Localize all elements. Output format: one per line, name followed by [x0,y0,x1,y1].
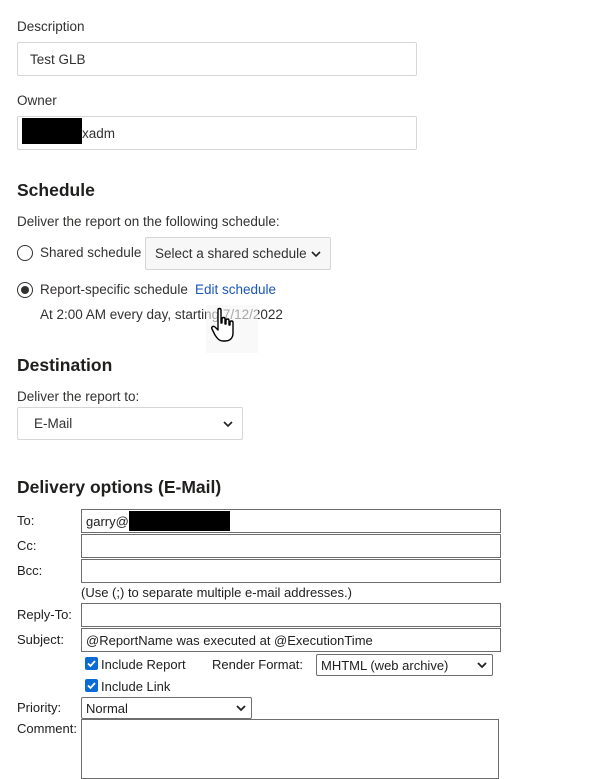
checkmark-icon [87,660,96,668]
owner-label: Owner [17,93,57,108]
schedule-heading: Schedule [17,180,95,200]
include-report-label: Include Report [101,657,186,672]
destination-heading: Destination [17,355,113,375]
chevron-down-icon [311,250,321,257]
email-separator-hint: (Use (;) to separate multiple e-mail add… [81,585,352,600]
to-label: To: [17,513,35,528]
hand-cursor-icon [211,307,234,342]
include-report-checkbox[interactable] [85,657,98,670]
edit-schedule-link[interactable]: Edit schedule [195,282,276,297]
include-link-checkbox[interactable] [85,679,98,692]
cc-input[interactable] [81,534,501,558]
reply-to-input[interactable] [81,603,501,627]
report-specific-schedule-radio[interactable] [17,282,33,298]
shared-schedule-select[interactable]: Select a shared schedule [145,237,331,270]
priority-value: Normal [86,700,128,716]
comment-label: Comment: [17,721,77,736]
subject-value: @ReportName was executed at @ExecutionTi… [86,632,373,648]
chevron-down-icon [223,420,233,427]
report-specific-schedule-label: Report-specific schedule [40,282,188,297]
subject-input[interactable]: @ReportName was executed at @ExecutionTi… [81,628,501,652]
destination-select[interactable]: E-Mail [17,407,243,440]
schedule-intro: Deliver the report on the following sche… [17,214,280,229]
description-value: Test GLB [30,51,86,67]
owner-field[interactable]: xadm [17,116,417,150]
bcc-label: Bcc: [17,563,43,578]
render-format-label: Render Format: [212,657,304,672]
redaction-block [128,511,230,531]
priority-label: Priority: [17,700,62,715]
shared-schedule-radio[interactable] [17,245,33,261]
to-value: garry@ [86,513,129,529]
description-field[interactable]: Test GLB [17,42,417,76]
shared-schedule-select-value: Select a shared schedule [155,246,307,261]
reply-to-label: Reply-To: [17,607,72,622]
bcc-input[interactable] [81,559,501,583]
priority-select[interactable]: Normal [81,697,252,719]
chevron-down-icon [236,705,246,712]
checkmark-icon [87,682,96,690]
description-label: Description [17,19,85,34]
destination-intro: Deliver the report to: [17,389,140,404]
owner-value: xadm [82,125,116,141]
chevron-down-icon [477,662,487,669]
include-link-label: Include Link [101,679,171,694]
delivery-options-heading: Delivery options (E-Mail) [17,477,222,497]
cc-label: Cc: [17,538,37,553]
shared-schedule-label: Shared schedule [40,245,142,260]
to-input[interactable]: garry@ [81,509,501,533]
destination-select-value: E-Mail [34,416,73,431]
render-format-select[interactable]: MHTML (web archive) [316,654,493,676]
comment-textarea[interactable] [81,719,499,779]
render-format-value: MHTML (web archive) [321,657,449,673]
redaction-block [22,118,82,144]
subject-label: Subject: [17,632,64,647]
